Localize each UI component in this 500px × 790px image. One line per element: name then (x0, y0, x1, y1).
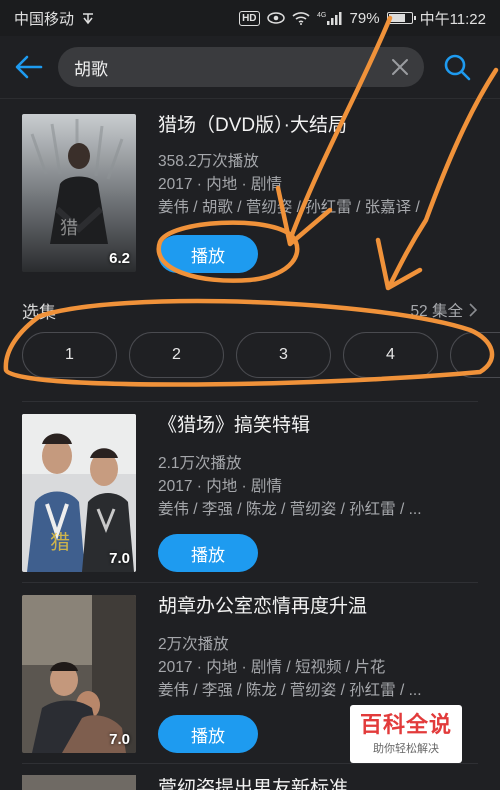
rating-badge: 7.0 (109, 731, 130, 748)
search-icon (444, 54, 471, 81)
play-count: 2万次播放 (158, 636, 229, 653)
row-divider (22, 401, 478, 402)
result-card[interactable]: 菅纫姿提出男友新标准 (22, 775, 478, 790)
episode-button-partial[interactable] (450, 332, 500, 378)
result-cast: 姜伟 / 李强 / 陈龙 / 菅纫姿 / 孙红雷 / ... (158, 501, 422, 518)
episode-button-2[interactable]: 2 (129, 332, 224, 378)
watermark-logo: 百科全说 助你轻松解决 (350, 705, 462, 763)
header-divider (0, 98, 500, 99)
episodes-header: 选集 52 集全 (22, 296, 478, 324)
play-count: 358.2万次播放 (158, 153, 259, 170)
play-count: 2.1万次播放 (158, 455, 242, 472)
result-cast: 姜伟 / 李强 / 陈龙 / 菅纫姿 / 孙红雷 / ... (158, 682, 422, 699)
play-button[interactable]: 播放 (158, 534, 258, 572)
signal-icon: 4G (317, 11, 343, 25)
search-input[interactable]: 胡歌 (58, 47, 424, 87)
close-icon (392, 59, 408, 75)
watermark-subtitle: 助你轻松解决 (373, 742, 439, 755)
result-meta: 2017 · 内地 · 剧情 (158, 176, 283, 193)
poster-image[interactable]: 猎 6.2 (22, 114, 136, 272)
result-title[interactable]: 胡章办公室恋情再度升温 (158, 595, 478, 619)
notification-icon (81, 11, 95, 25)
chevron-right-icon (469, 303, 478, 317)
result-info: 《猎场》搞笑特辑 2.1万次播放 2017 · 内地 · 剧情 姜伟 / 李强 … (158, 414, 478, 521)
episode-button-3[interactable]: 3 (236, 332, 331, 378)
back-arrow-icon (15, 55, 43, 79)
row-divider (22, 582, 478, 583)
watermark-title: 百科全说 (359, 711, 452, 737)
search-button[interactable] (424, 36, 490, 98)
result-info: 菅纫姿提出男友新标准 (158, 775, 478, 790)
episodes-label: 选集 (22, 302, 56, 322)
episode-button-4[interactable]: 4 (343, 332, 438, 378)
result-info: 胡章办公室恋情再度升温 2万次播放 2017 · 内地 · 剧情 / 短视频 /… (158, 595, 478, 702)
wifi-icon (291, 11, 310, 25)
back-button[interactable] (0, 36, 58, 98)
result-title[interactable]: 菅纫姿提出男友新标准 (158, 777, 478, 790)
result-title[interactable]: 《猎场》搞笑特辑 (158, 414, 478, 438)
search-header: 胡歌 (0, 36, 500, 98)
episode-list: 1 2 3 4 (22, 332, 500, 378)
result-title[interactable]: 猎场（DVD版）·大结局 (158, 114, 478, 138)
rating-badge: 6.2 (109, 250, 130, 267)
result-card[interactable]: 猎 7.0 《猎场》搞笑特辑 2.1万次播放 2017 · 内地 · 剧情 姜伟… (22, 414, 478, 574)
svg-text:猎: 猎 (60, 218, 78, 239)
result-meta: 2017 · 内地 · 剧情 (158, 478, 283, 495)
clock: 中午11:22 (419, 10, 486, 28)
hd-icon: HD (239, 10, 260, 26)
poster-image[interactable]: 猎 7.0 (22, 414, 136, 572)
rating-badge: 7.0 (109, 550, 130, 567)
carrier-label: 中国移动 (14, 10, 75, 28)
search-query[interactable]: 胡歌 (74, 55, 108, 80)
row-divider (22, 763, 478, 764)
battery-fill (388, 14, 406, 22)
battery-icon (386, 12, 416, 24)
poster-image[interactable]: 7.0 (22, 595, 136, 753)
result-cast: 姜伟 / 胡歌 / 菅纫姿 / 孙红雷 / 张嘉译 / (158, 199, 420, 216)
battery-percent: 79% (349, 9, 380, 27)
all-episodes-link[interactable]: 52 集全 (410, 299, 478, 321)
network-type: 4G (317, 12, 326, 19)
eye-icon (266, 12, 285, 24)
episode-button-1[interactable]: 1 (22, 332, 117, 378)
result-card[interactable]: 猎 6.2 猎场（DVD版）·大结局 358.2万次播放 2017 · 内地 ·… (22, 114, 478, 284)
poster-image[interactable] (22, 775, 136, 790)
clear-button[interactable] (388, 55, 412, 79)
result-info: 猎场（DVD版）·大结局 358.2万次播放 2017 · 内地 · 剧情 姜伟… (158, 114, 478, 219)
episodes-total: 52 集全 (410, 303, 463, 320)
play-button[interactable]: 播放 (158, 715, 258, 753)
play-button[interactable]: 播放 (158, 235, 258, 273)
svg-text:猎: 猎 (50, 530, 70, 554)
result-meta: 2017 · 内地 · 剧情 / 短视频 / 片花 (158, 659, 386, 676)
status-bar: 中国移动 HD 4G 79% 中午11:22 (0, 0, 500, 36)
